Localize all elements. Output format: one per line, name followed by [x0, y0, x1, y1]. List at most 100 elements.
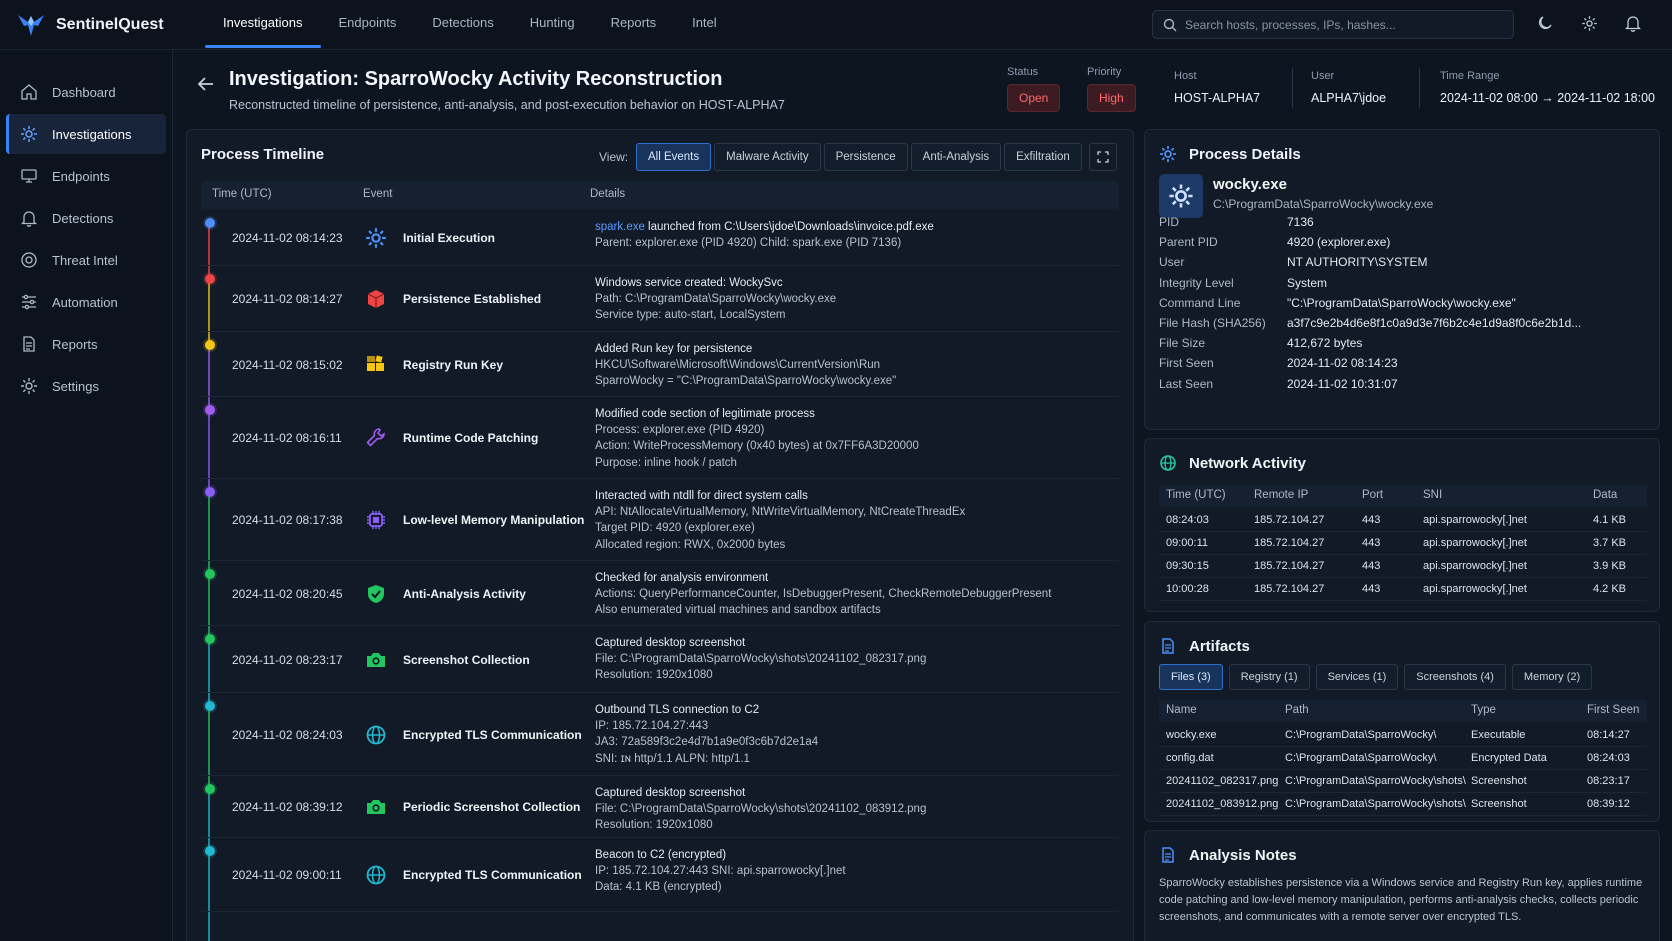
network-row[interactable]: 08:24:03 185.72.104.27 443 api.sparrowocky[…	[1159, 508, 1647, 532]
artifact-cell: 08:14:27	[1587, 729, 1630, 741]
timeline-event-row[interactable]: 2024-11-02 08:14:23 Initial Execution spar…	[201, 210, 1119, 266]
field-value[interactable]: 2024-11-02 08:14:23	[1287, 356, 1398, 370]
event-detail-line: Windows service created: WockySvc	[595, 277, 783, 289]
field-value[interactable]: 7136	[1287, 215, 1314, 229]
field-value[interactable]: 412,672 bytes	[1287, 336, 1362, 350]
column-header: Type	[1471, 704, 1496, 716]
topnav-intel[interactable]: Intel	[674, 0, 735, 50]
artifact-row[interactable]: config.dat C:\ProgramData\SparroWocky\ Enc…	[1159, 746, 1647, 770]
topnav-reports[interactable]: Reports	[593, 0, 675, 50]
topnav-hunting[interactable]: Hunting	[512, 0, 593, 50]
search-box[interactable]	[1152, 10, 1514, 39]
tab-registry[interactable]: Registry (1)	[1228, 664, 1310, 690]
event-detail-line: spark.exe launched from C:\Users\jdoe\Do…	[595, 221, 934, 233]
sidebar: Dashboard Investigations Endpoints Detec…	[0, 50, 173, 941]
sidebar-item-endpoints[interactable]: Endpoints	[6, 156, 166, 196]
event-details: Checked for analysis environment Actions:…	[595, 570, 1115, 619]
artifact-cell: C:\ProgramData\SparroWocky\	[1285, 752, 1437, 764]
event-name: Initial Execution	[403, 231, 496, 245]
tab-services[interactable]: Services (1)	[1315, 664, 1399, 690]
sidebar-item-investigations[interactable]: Investigations	[6, 114, 166, 154]
globe-icon	[21, 252, 37, 268]
tab-files[interactable]: Files (3)	[1159, 664, 1223, 690]
timeline-event-row[interactable]: 2024-11-02 08:20:45 Anti-Analysis Activit…	[201, 561, 1119, 626]
priority-badge[interactable]: High	[1087, 84, 1136, 112]
sidebar-item-reports[interactable]: Reports	[6, 324, 166, 364]
event-time: 2024-11-02 08:17:38	[232, 513, 343, 527]
network-row[interactable]: 09:00:11 185.72.104.27 443 api.sparrowocky[…	[1159, 531, 1647, 555]
network-cell: 3.7 KB	[1593, 537, 1627, 549]
sidebar-label: Reports	[52, 336, 98, 352]
tab-exfiltration[interactable]: Exfiltration	[1004, 143, 1082, 171]
artifact-cell: 20241102_082317.png	[1166, 775, 1279, 787]
event-details: Windows service created: WockySvc Path: C…	[595, 275, 1115, 324]
artifact-row[interactable]: wocky.exe C:\ProgramData\SparroWocky\ Exec…	[1159, 723, 1647, 747]
network-activity-title: Network Activity	[1189, 454, 1306, 472]
expand-icon	[1097, 151, 1109, 163]
status-badge[interactable]: Open	[1007, 84, 1061, 112]
sidebar-item-automation[interactable]: Automation	[6, 282, 166, 322]
bell-icon[interactable]	[1622, 12, 1644, 34]
gear-icon	[1160, 146, 1176, 162]
column-header: Path	[1285, 704, 1309, 716]
tab-persistence[interactable]: Persistence	[823, 143, 908, 171]
tab-anti-analysis[interactable]: Anti-Analysis	[910, 143, 1002, 171]
timeline-event-row[interactable]: 2024-11-02 08:15:02 Registry Run Key Added…	[201, 332, 1119, 397]
search-input[interactable]	[1185, 17, 1503, 32]
view-tabs: All Events Malware Activity Persistence …	[636, 143, 1082, 171]
sidebar-item-detections[interactable]: Detections	[6, 198, 166, 238]
field-value[interactable]: 2024-11-02 10:31:07	[1287, 377, 1398, 391]
moon-icon[interactable]	[1534, 12, 1556, 34]
topnav-endpoints[interactable]: Endpoints	[321, 0, 415, 50]
sidebar-label: Settings	[52, 378, 99, 394]
timeline-event-row[interactable]: 2024-11-02 08:23:17 Screenshot Collection…	[201, 626, 1119, 693]
artifact-row[interactable]: 20241102_082317.png C:\ProgramData\Sparro…	[1159, 769, 1647, 793]
network-row[interactable]: 10:00:28 185.72.104.27 443 api.sparrowocky[…	[1159, 577, 1647, 601]
network-row[interactable]: 09:30:15 185.72.104.27 443 api.sparrowocky[…	[1159, 554, 1647, 578]
event-name: Screenshot Collection	[403, 653, 530, 667]
sliders-icon	[22, 294, 36, 310]
field-value[interactable]: 4920 (explorer.exe)	[1287, 235, 1390, 249]
column-header: Name	[1166, 704, 1197, 716]
topnav-investigations[interactable]: Investigations	[205, 0, 321, 50]
sidebar-item-settings[interactable]: Settings	[6, 366, 166, 406]
field-value[interactable]: "C:\ProgramData\SparroWocky\wocky.exe"	[1287, 296, 1516, 310]
field-value[interactable]: NT AUTHORITY\SYSTEM	[1287, 255, 1427, 269]
tab-all-events[interactable]: All Events	[636, 143, 712, 171]
process-link[interactable]: spark.exe	[595, 221, 645, 233]
expand-button[interactable]	[1089, 143, 1117, 171]
panel-header: Artifacts	[1159, 637, 1250, 655]
divider	[1292, 68, 1293, 108]
network-cell: 443	[1362, 583, 1381, 595]
event-name: Anti-Analysis Activity	[403, 587, 526, 601]
timeline-event-row[interactable]: 2024-11-02 09:00:11 Encrypted TLS Communi…	[201, 838, 1119, 912]
back-arrow-icon[interactable]	[195, 73, 217, 95]
gear-icon	[21, 126, 37, 142]
tab-malware-activity[interactable]: Malware Activity	[714, 143, 821, 171]
tab-memory[interactable]: Memory (2)	[1511, 664, 1593, 690]
sidebar-item-dashboard[interactable]: Dashboard	[6, 72, 166, 112]
event-time: 2024-11-02 08:14:23	[232, 231, 343, 245]
artifact-cell: wocky.exe	[1166, 729, 1217, 741]
priority-label: Priority	[1087, 66, 1122, 78]
timeline-event-row[interactable]: 2024-11-02 08:14:27 Persistence Establish…	[201, 266, 1119, 332]
field-key: User	[1159, 255, 1185, 270]
topnav-detections[interactable]: Detections	[414, 0, 511, 50]
event-detail-line: Service type: auto-start, LocalSystem	[595, 309, 786, 322]
field-value[interactable]: a3f7c9e2b4d6e8f1c0a9d3e7f6b2c4e1d9a8f0c6…	[1287, 316, 1581, 330]
tab-screenshots[interactable]: Screenshots (4)	[1404, 664, 1506, 690]
brand[interactable]: SentinelQuest	[16, 10, 164, 40]
event-details: Added Run key for persistence HKCU\Softwa…	[595, 341, 1115, 390]
settings-gear-icon[interactable]	[1578, 12, 1600, 34]
globe-icon	[363, 862, 389, 888]
timeline-event-row[interactable]: 2024-11-02 08:16:11 Runtime Code Patching…	[201, 397, 1119, 479]
timeline-event-row[interactable]: 2024-11-02 08:17:38 Low-level Memory Mani…	[201, 479, 1119, 561]
event-time: 2024-11-02 08:15:02	[232, 358, 343, 372]
sidebar-item-threat-intel[interactable]: Threat Intel	[6, 240, 166, 280]
field-value[interactable]: System	[1287, 276, 1327, 290]
status-label: Status	[1007, 66, 1039, 78]
artifact-row[interactable]: 20241102_083912.png C:\ProgramData\Sparro…	[1159, 792, 1647, 816]
app-name: SentinelQuest	[56, 16, 164, 33]
timeline-event-row[interactable]: 2024-11-02 08:39:12 Periodic Screenshot C…	[201, 776, 1119, 838]
timeline-event-row[interactable]: 2024-11-02 08:24:03 Encrypted TLS Communi…	[201, 693, 1119, 776]
